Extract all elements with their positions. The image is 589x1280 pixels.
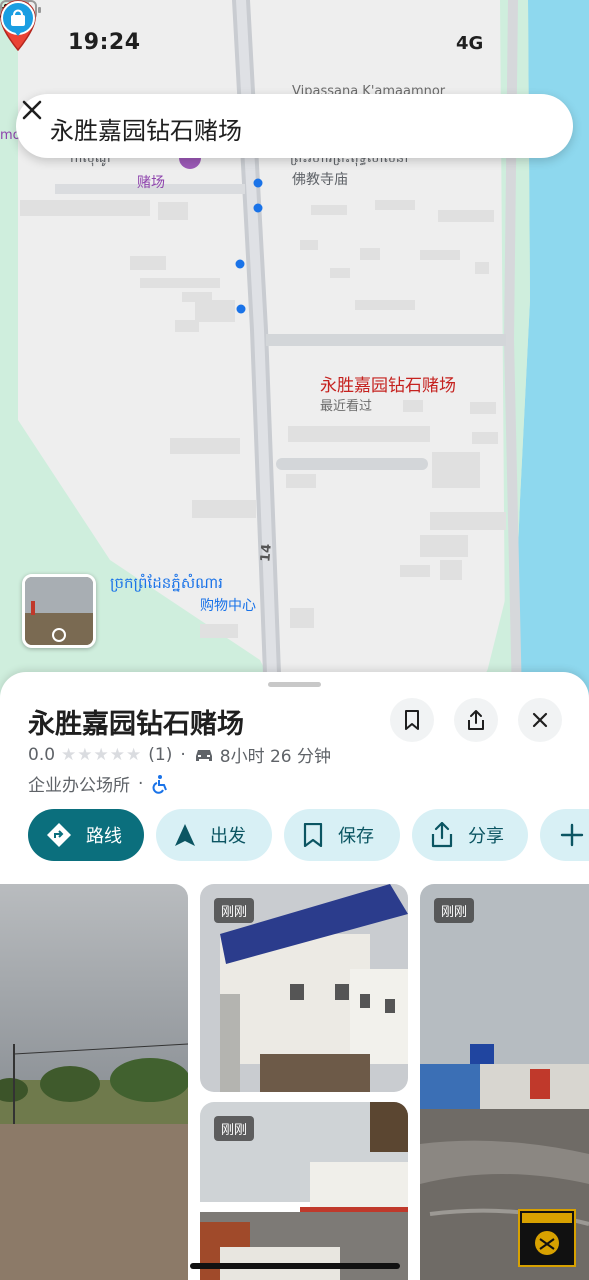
drive-time: 8小时 26 分钟: [219, 747, 332, 767]
shopping-bag-icon[interactable]: [0, 0, 36, 40]
directions-icon: [46, 822, 72, 848]
street-view-thumbnail[interactable]: [22, 574, 96, 648]
map-label-casino[interactable]: 赌场: [137, 172, 165, 192]
close-icon: [532, 712, 548, 728]
action-chips: 路线 出发 保存 分享: [28, 809, 589, 863]
photo-2[interactable]: 刚刚: [200, 884, 408, 1092]
share-icon: [468, 710, 484, 730]
bookmark-icon: [302, 823, 324, 847]
photo-badge: 刚刚: [214, 898, 255, 923]
start-button[interactable]: 出发: [156, 809, 272, 861]
rating-stars: ★★★★★: [61, 744, 143, 765]
map-label-mall-kh: ច្រកព្រំដែនភ្នំសំណារ: [110, 574, 223, 592]
wheelchair-icon: [153, 774, 168, 794]
separator: ·: [180, 744, 186, 765]
pin-label[interactable]: 永胜嘉园钻石赌场: [320, 371, 456, 396]
plus-icon: [560, 823, 584, 847]
car-icon: [195, 749, 212, 761]
rating-value: 0.0: [28, 744, 56, 765]
status-time: 19:24: [68, 30, 141, 55]
navigate-icon: [174, 823, 196, 847]
category-row: 企业办公场所 ·: [28, 771, 169, 796]
network-type: 4G: [456, 33, 484, 54]
home-indicator: [190, 1263, 400, 1269]
route-button[interactable]: 路线: [28, 809, 144, 861]
pin-sublabel: 最近看过: [320, 399, 373, 414]
route-label: 路线: [86, 826, 122, 847]
photo-3[interactable]: 刚刚: [200, 1102, 408, 1280]
share-icon-button[interactable]: [454, 698, 498, 742]
search-bar[interactable]: 永胜嘉园钻石赌场: [16, 94, 573, 158]
save-icon-button[interactable]: [390, 698, 434, 742]
save-button[interactable]: 保存: [284, 809, 400, 861]
rating-row[interactable]: 0.0 ★★★★★ (1) · 8小时 26 分钟: [28, 742, 332, 768]
photo-badge: 刚刚: [214, 1116, 255, 1141]
share-button[interactable]: 分享: [412, 809, 528, 861]
watermark-logo: [518, 1209, 576, 1267]
bookmark-icon: [405, 710, 419, 730]
photo-1[interactable]: [0, 884, 188, 1280]
place-title: 永胜嘉园钻石赌场: [28, 709, 244, 740]
close-sheet-button[interactable]: [518, 698, 562, 742]
map-view[interactable]: 19:24 4G Vipassana K'amaamnor ព្រះវិហារព…: [0, 0, 589, 700]
map-label-temple[interactable]: 佛教寺庙: [292, 169, 348, 189]
start-label: 出发: [210, 826, 246, 847]
separator: ·: [138, 773, 144, 794]
search-input[interactable]: 永胜嘉园钻石赌场: [50, 111, 242, 146]
more-button[interactable]: [540, 809, 589, 861]
share-icon: [430, 822, 454, 848]
status-bar: 19:24 4G: [0, 0, 589, 88]
map-label-mall[interactable]: 购物中心: [200, 595, 256, 615]
share-label: 分享: [468, 826, 504, 847]
sheet-grabber[interactable]: [268, 682, 321, 687]
review-count: (1): [148, 744, 173, 765]
photo-badge: 刚刚: [434, 898, 475, 923]
save-label: 保存: [338, 826, 374, 847]
place-category: 企业办公场所: [28, 776, 130, 796]
road-number: 14: [258, 543, 275, 563]
close-icon[interactable]: [16, 94, 48, 126]
